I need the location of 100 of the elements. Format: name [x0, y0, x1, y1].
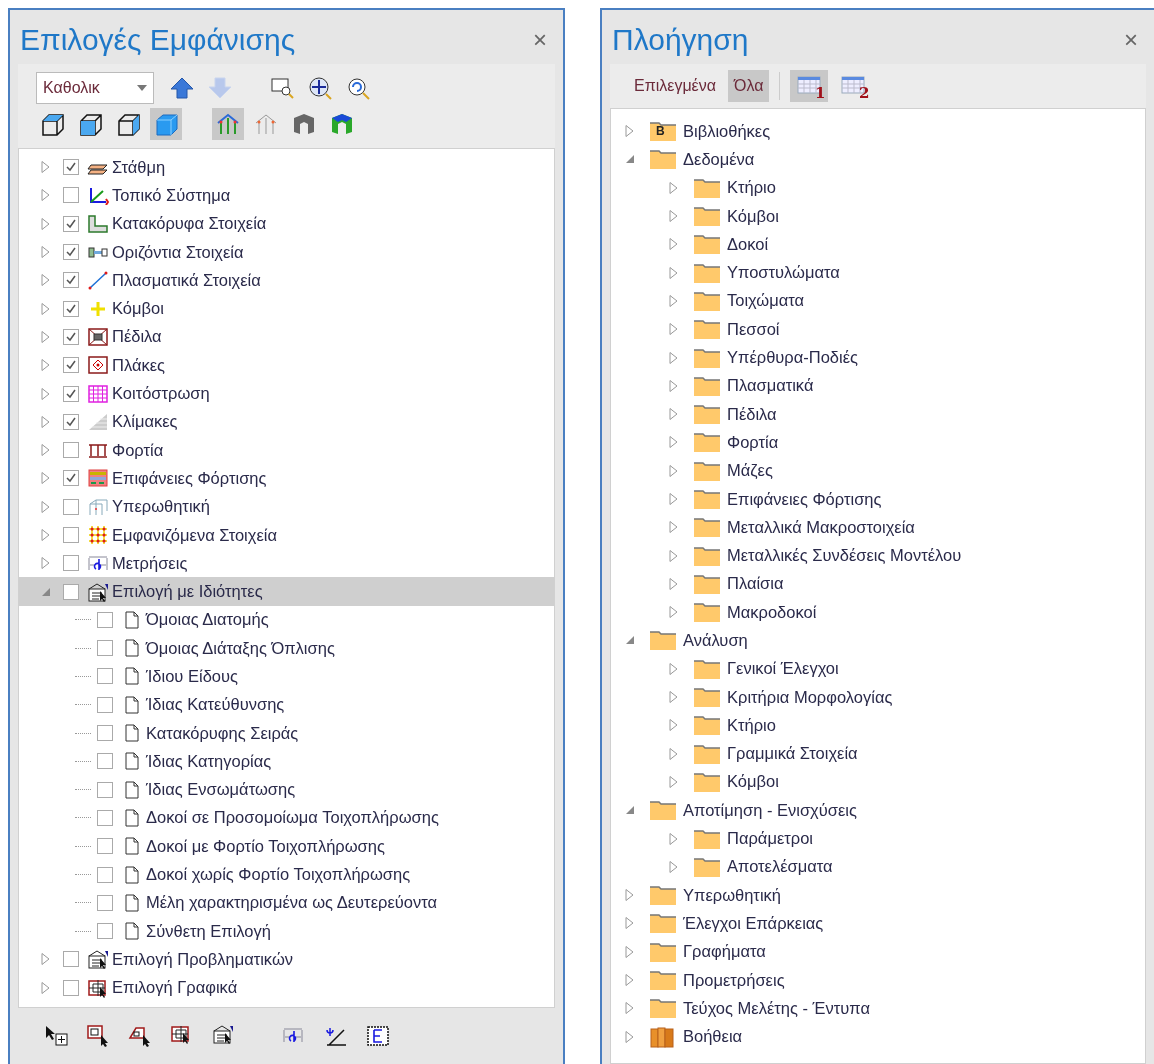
tree-item[interactable]: Επιφάνειες Φόρτισης: [19, 464, 554, 493]
tree-item[interactable]: Τοπικό Σύστημα: [19, 181, 554, 210]
checkbox[interactable]: [97, 640, 113, 657]
checkbox[interactable]: [63, 470, 79, 487]
tree-item[interactable]: Επιλογή Γραφικά: [19, 973, 554, 1002]
tree-item[interactable]: Επιλογή Προβληματικών: [19, 945, 554, 974]
tree-item[interactable]: Όμοιας Διάταξης Όπλισης: [19, 634, 554, 663]
tree-item[interactable]: Υπερωθητική: [19, 492, 554, 521]
checkbox[interactable]: [97, 696, 113, 713]
tree-item[interactable]: Κτήριο: [623, 711, 1145, 740]
tree-item[interactable]: Σύνθετη Επιλογή: [19, 917, 554, 946]
tree-item[interactable]: Μεταλλικά Μακροστοιχεία: [623, 513, 1145, 542]
checkbox[interactable]: [97, 753, 113, 770]
tree-item[interactable]: Πέδιλα: [19, 322, 554, 352]
tree-item[interactable]: Φορτία: [623, 428, 1145, 457]
tree-item[interactable]: Στάθμη: [19, 153, 554, 182]
checkbox[interactable]: [63, 385, 79, 402]
tree-item[interactable]: Ίδιας Κατεύθυνσης: [19, 690, 554, 719]
tree-item[interactable]: Γενικοί Έλεγχοι: [623, 654, 1145, 683]
checkbox[interactable]: [97, 668, 113, 685]
checkbox[interactable]: [63, 527, 79, 543]
tree-item[interactable]: Όμοιας Διατομής: [19, 605, 554, 635]
tree-item[interactable]: Αποτελέσματα: [623, 852, 1145, 881]
checkbox[interactable]: [63, 413, 79, 430]
tree-item[interactable]: Αποτίμηση - Ενισχύσεις: [623, 796, 1145, 825]
checkbox[interactable]: [63, 159, 79, 176]
tree-item[interactable]: Δοκοί με Φορτίο Τοιχοπλήρωσης: [19, 832, 554, 861]
checkbox[interactable]: [63, 498, 79, 515]
tree-item[interactable]: Κριτήρια Μορφολογίας: [623, 682, 1145, 712]
checkbox[interactable]: [63, 442, 79, 459]
tree-item[interactable]: Μακροδοκοί: [623, 598, 1145, 627]
layout-button[interactable]: 1: [790, 70, 829, 102]
tree-item[interactable]: Δοκοί χωρίς Φορτίο Τοιχοπλήρωσης: [19, 860, 554, 889]
tree-item[interactable]: Μάζες: [623, 456, 1145, 485]
tree-item[interactable]: B Βιβλιοθήκες: [623, 117, 1145, 146]
close-button[interactable]: ×: [527, 26, 553, 54]
view-dropdown[interactable]: Καθολικ: [36, 72, 154, 104]
tree-item[interactable]: Κλίμακες: [19, 407, 554, 436]
tree-item[interactable]: Επιφάνειες Φόρτισης: [623, 484, 1145, 514]
checkbox[interactable]: [63, 272, 79, 289]
tree-item[interactable]: Γραφήματα: [623, 937, 1145, 966]
checkbox[interactable]: [63, 979, 79, 996]
tree-item[interactable]: Κόμβοι: [623, 201, 1145, 231]
tree-item[interactable]: Φορτία: [19, 435, 554, 465]
tree-item[interactable]: Υπερωθητική: [623, 881, 1145, 910]
tree-item[interactable]: Κοιτόστρωση: [19, 379, 554, 408]
checkbox[interactable]: [63, 187, 79, 204]
checkbox[interactable]: [63, 357, 79, 374]
checkbox[interactable]: [63, 555, 79, 572]
close-button[interactable]: ×: [1118, 26, 1144, 54]
tree-item[interactable]: Κτήριο: [623, 173, 1145, 202]
checkbox[interactable]: [63, 244, 79, 261]
checkbox[interactable]: [63, 300, 79, 317]
tree-item[interactable]: Γραμμικά Στοιχεία: [623, 739, 1145, 768]
checkbox[interactable]: [63, 583, 79, 600]
tree-item[interactable]: Εμφανιζόμενα Στοιχεία: [19, 520, 554, 550]
filter-tab[interactable]: Όλα: [728, 70, 770, 102]
checkbox[interactable]: [63, 215, 79, 232]
tree-item[interactable]: Πλάκες: [19, 351, 554, 380]
tree-item[interactable]: Δοκοί σε Προσομοίωμα Τοιχοπλήρωσης: [19, 803, 554, 833]
tree-item[interactable]: Οριζόντια Στοιχεία: [19, 237, 554, 267]
tree-item[interactable]: Πλαίσια: [623, 569, 1145, 599]
checkbox[interactable]: [97, 809, 113, 826]
tree-item[interactable]: Κόμβοι: [19, 294, 554, 323]
tree-item[interactable]: Ανάλυση: [623, 626, 1145, 655]
checkbox[interactable]: [97, 866, 113, 883]
checkbox[interactable]: [97, 838, 113, 855]
tree-item[interactable]: Πέδιλα: [623, 399, 1145, 429]
tree-item[interactable]: Βοήθεια: [623, 1022, 1145, 1051]
checkbox[interactable]: [97, 923, 113, 940]
tree-item[interactable]: Επιλογή με Ιδιότητες: [19, 577, 554, 606]
tree-item[interactable]: Τοιχώματα: [623, 286, 1145, 316]
checkbox[interactable]: [97, 725, 113, 742]
tree-item[interactable]: Ίδιας Ενσωμάτωσης: [19, 775, 554, 804]
checkbox[interactable]: [97, 611, 113, 628]
layout-button[interactable]: 2: [834, 70, 873, 102]
tree-item[interactable]: Μεταλλικές Συνδέσεις Μοντέλου: [623, 541, 1145, 570]
tree-item[interactable]: Πλασματικά: [623, 371, 1145, 400]
checkbox[interactable]: [97, 781, 113, 798]
tree-item[interactable]: Δοκοί: [623, 230, 1145, 259]
tree-item[interactable]: Μετρήσεις: [19, 549, 554, 578]
tree-item[interactable]: Υπέρθυρα-Ποδιές: [623, 343, 1145, 372]
tree-item[interactable]: Πεσσοί: [623, 315, 1145, 344]
checkbox[interactable]: [63, 951, 79, 968]
tree-item[interactable]: Μέλη χαρακτηρισμένα ως Δευτερεύοντα: [19, 888, 554, 917]
tree-item[interactable]: Παράμετροι: [623, 824, 1145, 853]
tree-item[interactable]: Ίδιου Είδους: [19, 662, 554, 691]
tree-item[interactable]: Τεύχος Μελέτης - Έντυπα: [623, 994, 1145, 1023]
tree-item[interactable]: Προμετρήσεις: [623, 965, 1145, 995]
tree-item[interactable]: Πλασματικά Στοιχεία: [19, 266, 554, 295]
tree-item[interactable]: Κατακόρυφης Σειράς: [19, 718, 554, 748]
tree-item[interactable]: Υποστυλώματα: [623, 258, 1145, 287]
filter-tab[interactable]: Επιλεγμένα: [628, 70, 722, 102]
tree-item[interactable]: Έλεγχοι Επάρκειας: [623, 909, 1145, 938]
tree-item[interactable]: Κατακόρυφα Στοιχεία: [19, 209, 554, 238]
tree-item[interactable]: Δεδομένα: [623, 145, 1145, 174]
tree-item[interactable]: Ίδιας Κατηγορίας: [19, 747, 554, 776]
checkbox[interactable]: [63, 328, 79, 345]
tree-item[interactable]: Κόμβοι: [623, 767, 1145, 797]
checkbox[interactable]: [97, 894, 113, 911]
